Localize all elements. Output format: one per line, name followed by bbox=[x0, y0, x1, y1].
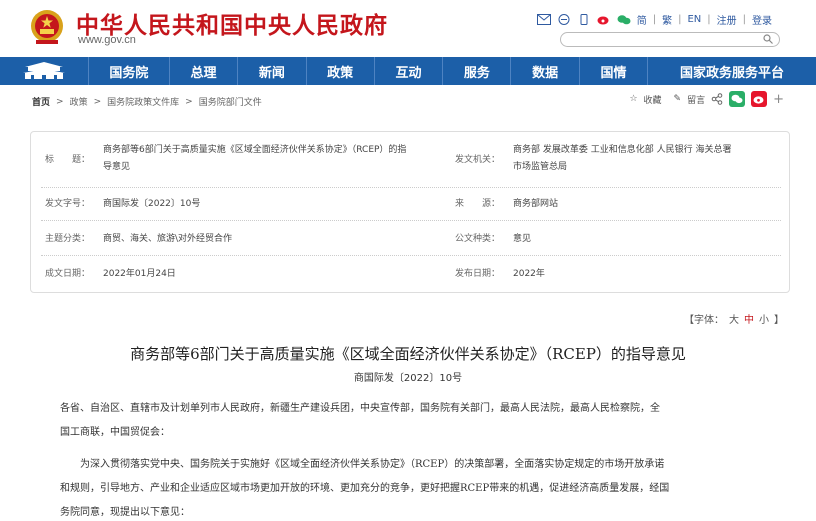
paragraph-recipients: 各省、自治区、直辖市及计划单列市人民政府，新疆生产建设兵团，中央宣传部，国务院有… bbox=[60, 397, 770, 445]
register-link[interactable]: 注册 bbox=[717, 12, 737, 27]
font-size-switcher: 【字体： 大 中 小 】 bbox=[684, 311, 784, 326]
meta-title-label: 标 题： bbox=[45, 155, 91, 165]
paragraph-line: 为深入贯彻落实党中央、国务院关于实施好《区域全面经济伙伴关系协定》（RCEP）的… bbox=[60, 459, 665, 470]
meta-org-value-line1: 商务部 发展改革委 工业和信息化部 人民银行 海关总署 bbox=[513, 145, 732, 155]
english-link[interactable]: EN bbox=[687, 14, 701, 25]
message-icon[interactable] bbox=[557, 14, 571, 25]
page-tools: ☆ 收藏 ✎ 留言 + bbox=[629, 91, 784, 107]
meta-source-label: 来 源： bbox=[455, 199, 501, 209]
meta-title-value-line1: 商务部等6部门关于高质量实施《区域全面经济伙伴关系协定》（RCEP）的指 bbox=[103, 145, 407, 155]
weibo-icon[interactable] bbox=[597, 14, 611, 25]
top-links: 简 | 繁 | EN | 注册 | 登录 bbox=[536, 12, 772, 27]
nav-item-interaction[interactable]: 互动 bbox=[373, 57, 442, 85]
share-icon[interactable] bbox=[711, 93, 723, 105]
nav-item-news[interactable]: 新闻 bbox=[237, 57, 305, 85]
national-emblem-icon bbox=[31, 10, 63, 44]
nav-item-data[interactable]: 数据 bbox=[510, 57, 578, 85]
meta-written-value: 2022年01月24日 bbox=[103, 269, 176, 279]
meta-org-value-line2: 市场监管总局 bbox=[513, 162, 568, 172]
nav-item-service[interactable]: 服务 bbox=[442, 57, 510, 85]
nav-item-premier[interactable]: 总理 bbox=[168, 57, 237, 85]
more-share-icon[interactable]: + bbox=[773, 92, 784, 107]
traditional-link[interactable]: 繁 bbox=[662, 12, 672, 27]
meta-title-value-line2: 导意见 bbox=[103, 162, 131, 172]
nav-item-policy[interactable]: 政策 bbox=[305, 57, 374, 85]
comment-icon[interactable]: ✎ bbox=[674, 94, 682, 104]
font-size-large-button[interactable]: 大 bbox=[729, 311, 739, 326]
simplified-link[interactable]: 简 bbox=[637, 12, 647, 27]
breadcrumb-policy[interactable]: 政策 bbox=[70, 95, 88, 108]
wechat-share-icon[interactable] bbox=[729, 91, 746, 107]
meta-topic-value: 商贸、海关、旅游\对外经贸合作 bbox=[103, 234, 233, 244]
meta-row-docno: 发文字号： 商国际发〔2022〕10号 来 源： 商务部网站 bbox=[41, 188, 781, 221]
meta-publish-label: 发布日期： bbox=[455, 269, 501, 279]
tiananmen-logo-icon[interactable] bbox=[0, 57, 88, 85]
meta-row-dates: 成文日期： 2022年01月24日 发布日期： 2022年 bbox=[41, 256, 781, 292]
meta-row-title: 标 题： 商务部等6部门关于高质量实施《区域全面经济伙伴关系协定》（RCEP）的… bbox=[41, 132, 781, 188]
document-meta-table: 标 题： 商务部等6部门关于高质量实施《区域全面经济伙伴关系协定》（RCEP）的… bbox=[30, 131, 790, 293]
nav-item-state-council[interactable]: 国务院 bbox=[87, 57, 169, 85]
document-number: 商国际发〔2022〕10号 bbox=[353, 373, 463, 384]
mobile-icon[interactable] bbox=[577, 14, 591, 25]
wechat-icon[interactable] bbox=[617, 14, 631, 25]
meta-type-label: 公文种类： bbox=[455, 234, 501, 244]
breadcrumb-department-documents[interactable]: 国务院部门文件 bbox=[199, 95, 262, 108]
font-size-medium-button[interactable]: 中 bbox=[744, 311, 754, 326]
paragraph-intro: 为深入贯彻落实党中央、国务院关于实施好《区域全面经济伙伴关系协定》（RCEP）的… bbox=[60, 453, 770, 521]
document-title: 商务部等6部门关于高质量实施《区域全面经济伙伴关系协定》（RCEP）的指导意见 bbox=[130, 345, 686, 363]
favorite-button[interactable]: 收藏 bbox=[644, 93, 662, 106]
meta-written-label: 成文日期： bbox=[45, 269, 91, 279]
meta-source-value: 商务部网站 bbox=[513, 199, 559, 209]
font-size-suffix: 】 bbox=[774, 315, 784, 326]
paragraph-line: 务院同意，现提出以下意见： bbox=[60, 507, 190, 518]
meta-docno-value: 商国际发〔2022〕10号 bbox=[103, 199, 201, 209]
paragraph-line: 和规则，引导地方、产业和企业适应区域市场更加开放的环境、更加充分的竞争，更好把握… bbox=[60, 483, 670, 494]
comment-button[interactable]: 留言 bbox=[687, 93, 705, 106]
meta-docno-label: 发文字号： bbox=[45, 199, 91, 209]
breadcrumb-policy-library[interactable]: 国务院政策文件库 bbox=[107, 95, 179, 108]
nav-item-national-info[interactable]: 国情 bbox=[578, 57, 647, 85]
site-header: 中华人民共和国中央人民政府 www.gov.cn 简 | 繁 | EN | 注册… bbox=[0, 0, 816, 56]
breadcrumb: 首页 > 政策 > 国务院政策文件库 > 国务院部门文件 bbox=[32, 95, 262, 109]
meta-type-value: 意见 bbox=[513, 234, 532, 244]
main-nav: 国务院 总理 新闻 政策 互动 服务 数据 国情 国家政务服务平台 bbox=[0, 57, 816, 85]
meta-row-topic: 主题分类： 商贸、海关、旅游\对外经贸合作 公文种类： 意见 bbox=[41, 221, 781, 256]
search-input[interactable] bbox=[560, 32, 780, 47]
mail-icon[interactable] bbox=[536, 14, 551, 25]
site-url: www.gov.cn bbox=[78, 34, 136, 46]
paragraph-line: 国工商联，中国贸促会： bbox=[60, 427, 170, 438]
star-icon[interactable]: ☆ bbox=[629, 94, 637, 104]
meta-org-label: 发文机关： bbox=[455, 155, 501, 165]
paragraph-line: 各省、自治区、直辖市及计划单列市人民政府，新疆生产建设兵团，中央宣传部，国务院有… bbox=[60, 403, 660, 414]
search-icon[interactable] bbox=[763, 34, 773, 44]
font-size-small-button[interactable]: 小 bbox=[759, 311, 769, 326]
meta-topic-label: 主题分类： bbox=[45, 234, 91, 244]
font-size-prefix: 【字体： bbox=[684, 315, 724, 326]
meta-publish-value: 2022年 bbox=[513, 269, 545, 279]
weibo-share-icon[interactable] bbox=[751, 91, 768, 107]
nav-item-government-service-platform[interactable]: 国家政务服务平台 bbox=[647, 57, 816, 85]
login-link[interactable]: 登录 bbox=[752, 12, 772, 27]
breadcrumb-home[interactable]: 首页 bbox=[32, 95, 50, 108]
